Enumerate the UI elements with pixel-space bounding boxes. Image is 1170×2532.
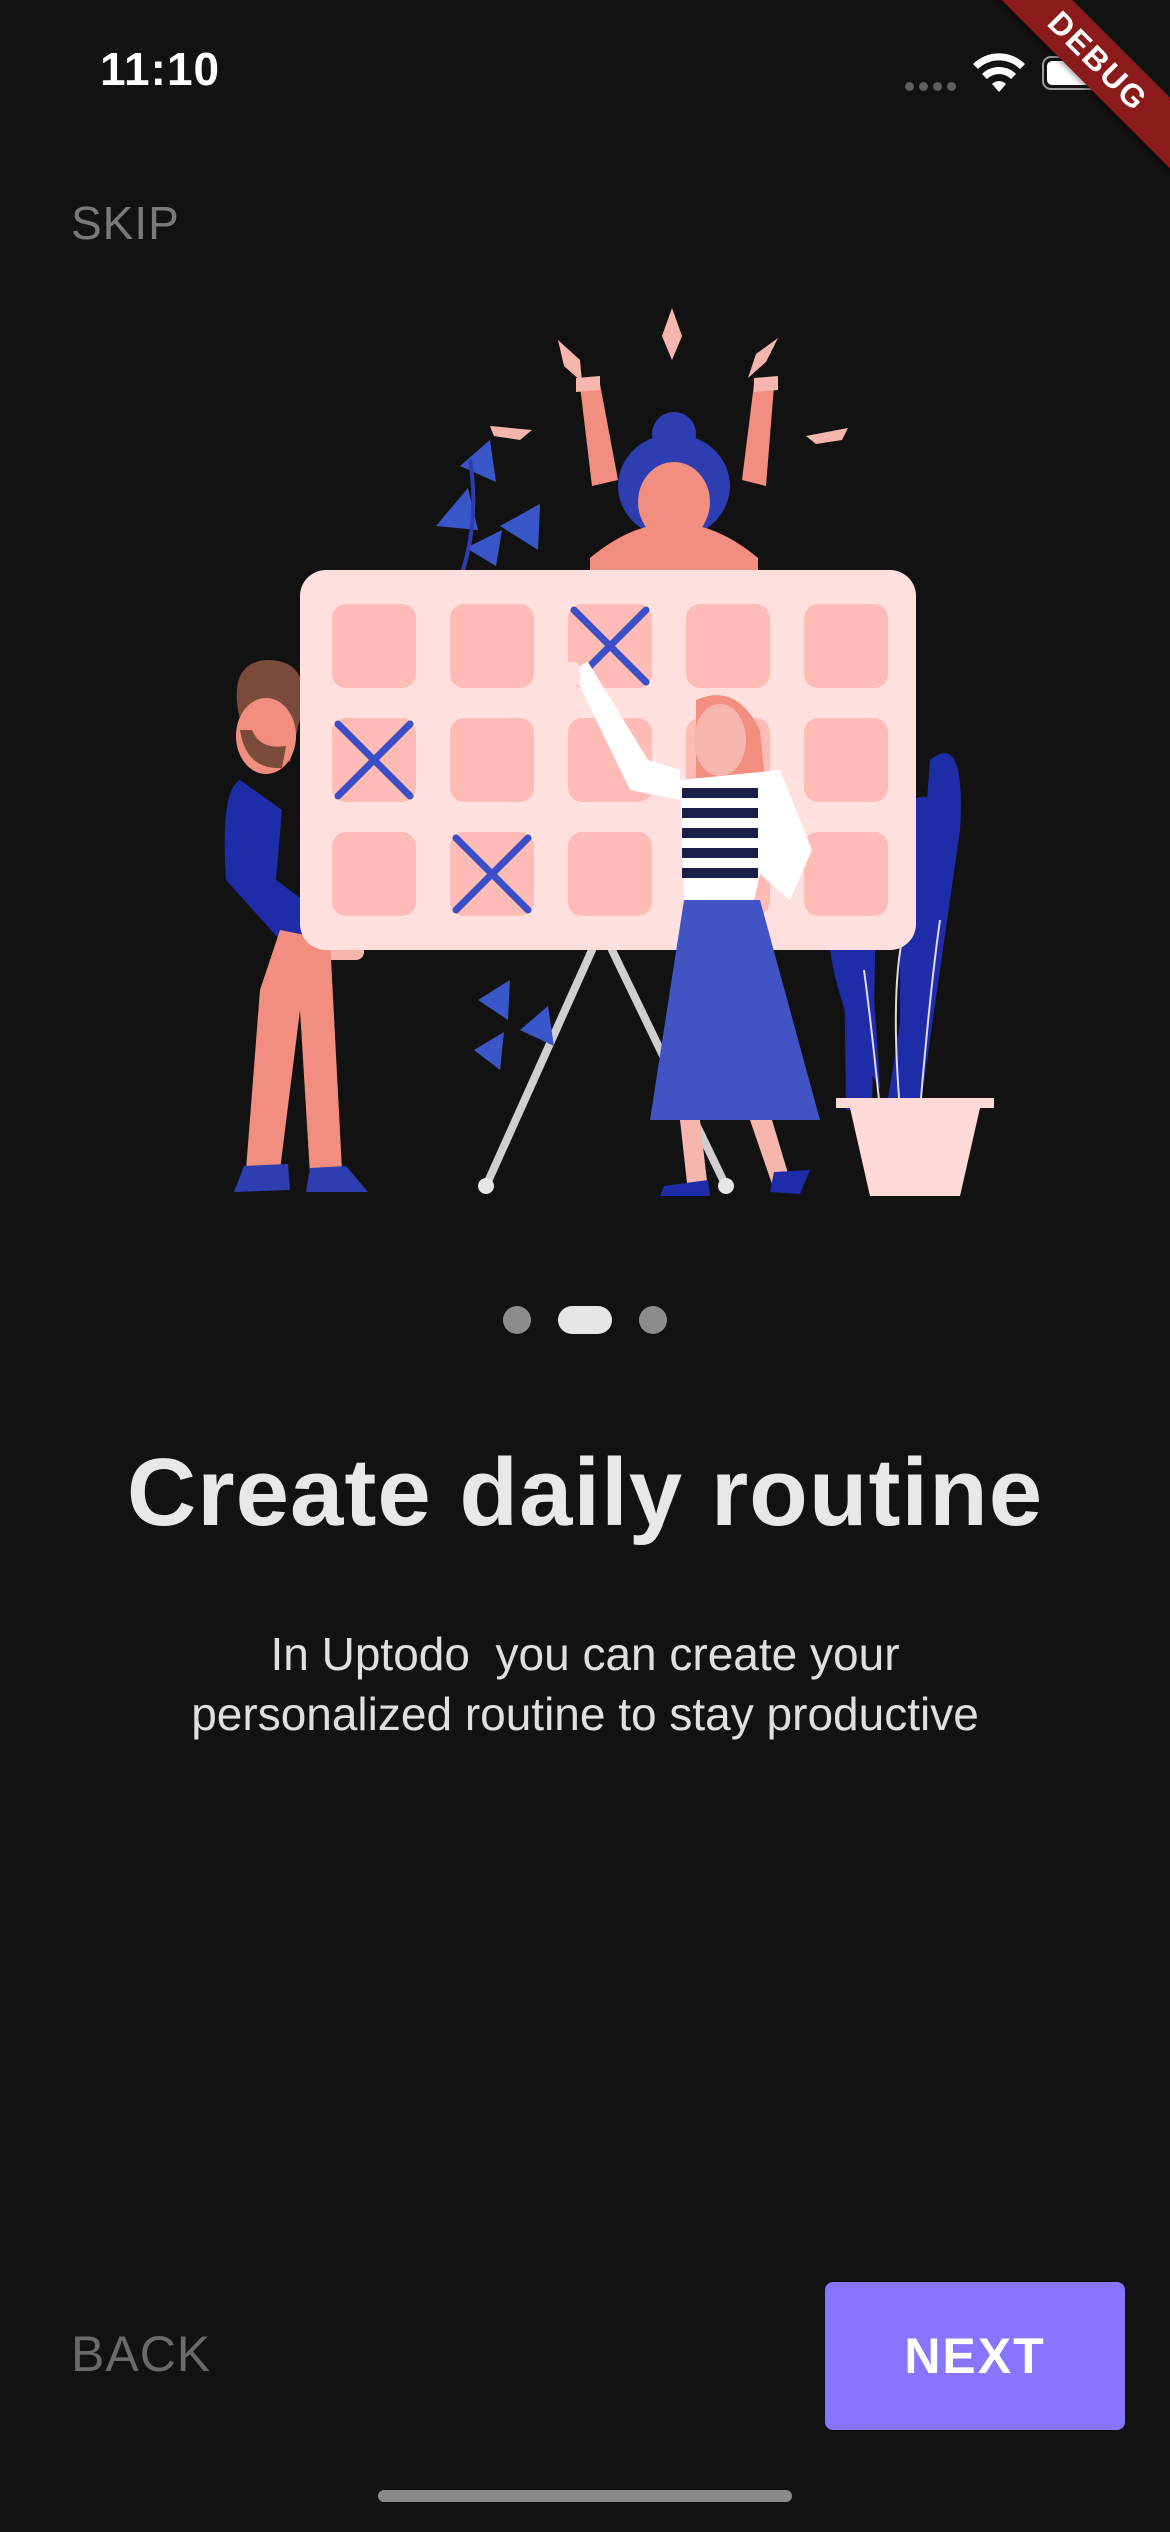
back-button[interactable]: BACK: [71, 2325, 211, 2383]
page-indicator: [0, 1300, 1170, 1340]
page-indicator-dot[interactable]: [503, 1306, 531, 1334]
page-title: Create daily routine: [126, 1439, 1044, 1546]
description: In Uptodo you can create your personaliz…: [60, 1624, 1110, 1744]
page-indicator-dot[interactable]: [639, 1306, 667, 1334]
calendar-routine-illustration: [224, 308, 994, 1196]
signal-icon: [905, 82, 959, 92]
page-indicator-dot-active[interactable]: [558, 1306, 612, 1334]
next-button[interactable]: NEXT: [825, 2282, 1125, 2430]
wifi-icon: [973, 53, 1025, 92]
home-indicator[interactable]: [378, 2490, 792, 2502]
description-line: personalized routine to stay productive: [191, 1688, 979, 1740]
description-line: In Uptodo you can create your: [270, 1628, 900, 1680]
skip-button[interactable]: SKIP: [71, 196, 180, 250]
status-bar: 11:10: [0, 0, 1170, 150]
status-time: 11:10: [100, 43, 221, 95]
